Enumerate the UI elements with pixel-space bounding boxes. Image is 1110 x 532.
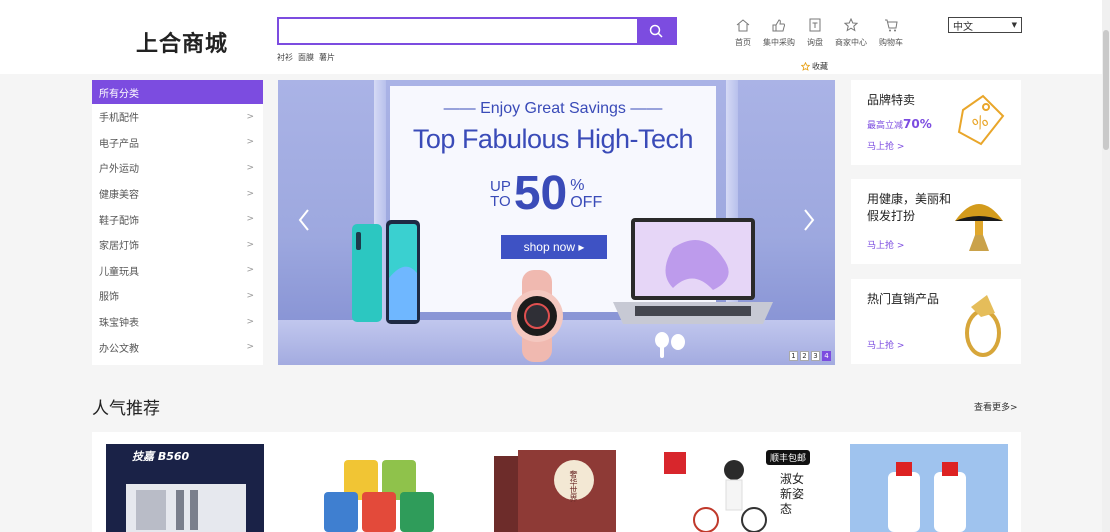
product-card[interactable] [850, 444, 1008, 532]
category-item[interactable]: 珠宝钟表 > [92, 309, 263, 335]
nav-merchant-center[interactable]: 商家中心 [835, 16, 867, 48]
search-input[interactable] [279, 19, 637, 43]
favorite-button[interactable]: 收藏 [798, 60, 831, 73]
category-item[interactable]: 家居灯饰 > [92, 232, 263, 258]
chevron-right-icon: > [246, 239, 254, 250]
chevron-right-icon: > [246, 265, 254, 276]
banner-headline: Top Fabulous High-Tech [412, 124, 694, 154]
promo-link[interactable]: 马上抢 > [867, 338, 904, 351]
hot-search-words: 衬衫 面膜 薯片 [277, 52, 335, 63]
header: 上合商城 衬衫 面膜 薯片 首页 集中采购 询盘 商家中心 购物车 中文 ▼ 收… [0, 0, 1110, 74]
category-item[interactable]: 鞋子配饰 > [92, 206, 263, 232]
category-item[interactable]: 健康美容 > [92, 181, 263, 207]
chevron-right-icon: > [246, 111, 254, 122]
promo-title: 品牌特卖 [867, 93, 916, 107]
site-logo[interactable]: 上合商城 [136, 26, 228, 58]
shop-now-button[interactable]: shop now ▸ [501, 235, 607, 259]
thumbs-up-icon [772, 16, 786, 34]
star-icon [801, 62, 810, 71]
inquiry-icon [809, 16, 821, 34]
book-image [494, 450, 616, 532]
chevron-right-icon: > [246, 137, 254, 148]
banner-pager: 1 2 3 4 [789, 351, 831, 361]
home-icon [736, 16, 750, 34]
lamp-image [955, 204, 1003, 251]
hero-banner[interactable]: —— Enjoy Great Savings —— Top Fabulous H… [278, 80, 835, 365]
star-icon [844, 16, 858, 34]
category-item[interactable]: 户外运动 > [92, 155, 263, 181]
category-menu: 所有分类 手机配件 > 电子产品 > 户外运动 > 健康美容 > 鞋子配饰 > 家居灯饰 >… [92, 80, 263, 365]
page-scrollbar[interactable] [1102, 0, 1110, 532]
promo-title: 热门直销产品 [867, 292, 940, 306]
product-card[interactable]: 奢华世界 [494, 444, 652, 532]
product-card[interactable] [300, 444, 458, 532]
nav-cart[interactable]: 购物车 [879, 16, 903, 48]
chevron-right-icon: > [246, 290, 254, 301]
chevron-down-icon: ▼ [1011, 21, 1017, 29]
pager-dot[interactable]: 1 [789, 351, 798, 361]
product-card[interactable]: 顺丰包邮 淑女新姿态 [660, 444, 818, 532]
section-title: 人气推荐 [92, 399, 160, 419]
chevron-right-icon: > [246, 342, 254, 353]
language-value: 中文 [953, 21, 973, 33]
banner-offer: UP TO 50 % OFF [490, 167, 603, 220]
product-card[interactable]: 技嘉 B560 [106, 444, 264, 532]
hot-word[interactable]: 面膜 [298, 52, 314, 63]
search-bar [277, 17, 677, 45]
nav-bulk-purchase[interactable]: 集中采购 [763, 16, 795, 48]
svg-text:%: % [969, 111, 992, 135]
banner-prev-button[interactable] [294, 205, 314, 235]
motherboard-image [126, 484, 246, 532]
banner-next-button[interactable] [799, 205, 819, 235]
category-item[interactable]: 手机配件 > [92, 104, 263, 130]
category-item[interactable]: 电子产品 > [92, 130, 263, 156]
pager-dot[interactable]: 3 [811, 351, 820, 361]
pager-dot[interactable]: 2 [800, 351, 809, 361]
category-item[interactable]: 办公文教 > [92, 334, 263, 360]
discount-tag-icon: % [957, 94, 1005, 146]
top-nav: 首页 集中采购 询盘 商家中心 购物车 [735, 16, 915, 48]
promo-card-brand-sale[interactable]: 品牌特卖 最高立减70% 马上抢 > % [851, 80, 1021, 165]
bicycle-image [664, 452, 767, 532]
laptop-image [613, 218, 773, 324]
banner-tagline: —— Enjoy Great Savings —— [443, 100, 663, 117]
category-item[interactable]: 服饰 > [92, 283, 263, 309]
chevron-right-icon: > [246, 162, 254, 173]
search-icon [649, 24, 663, 38]
promo-card-health[interactable]: 用健康，美丽和假发打扮 马上抢 > [851, 179, 1021, 264]
ring-image [965, 295, 1001, 357]
category-item[interactable]: 儿童玩具 > [92, 258, 263, 284]
chevron-right-icon: > [246, 214, 254, 225]
watch-image [511, 270, 563, 362]
language-select[interactable]: 中文 ▼ [948, 17, 1022, 33]
chevron-right-icon [804, 209, 815, 231]
scrollbar-thumb[interactable] [1103, 30, 1109, 150]
product-grid: 技嘉 B560 奢华世界 顺丰包邮 淑女新姿态 [92, 432, 1021, 532]
cart-icon [884, 16, 898, 34]
promo-link[interactable]: 马上抢 > [867, 238, 904, 251]
promo-title: 用健康，美丽和假发打扮 [867, 192, 952, 223]
promo-subtitle: 最高立减70% [867, 117, 932, 131]
chevron-right-icon: > [246, 188, 254, 199]
nav-inquiry[interactable]: 询盘 [807, 16, 823, 48]
nav-home[interactable]: 首页 [735, 16, 751, 48]
phone-image [352, 220, 420, 324]
hot-word[interactable]: 薯片 [319, 52, 335, 63]
search-button[interactable] [637, 19, 675, 43]
pager-dot-active[interactable]: 4 [822, 351, 831, 361]
view-more-link[interactable]: 查看更多> [974, 400, 1018, 413]
chevron-right-icon: > [246, 316, 254, 327]
chevron-left-icon [298, 209, 309, 231]
earbuds-image [655, 332, 685, 358]
promo-card-hot-products[interactable]: 热门直销产品 马上抢 > [851, 279, 1021, 364]
promo-link[interactable]: 马上抢 > [867, 139, 904, 152]
chips-image [324, 460, 434, 532]
bottles-image [888, 462, 966, 532]
category-menu-title[interactable]: 所有分类 [92, 80, 263, 104]
hot-word[interactable]: 衬衫 [277, 52, 293, 63]
